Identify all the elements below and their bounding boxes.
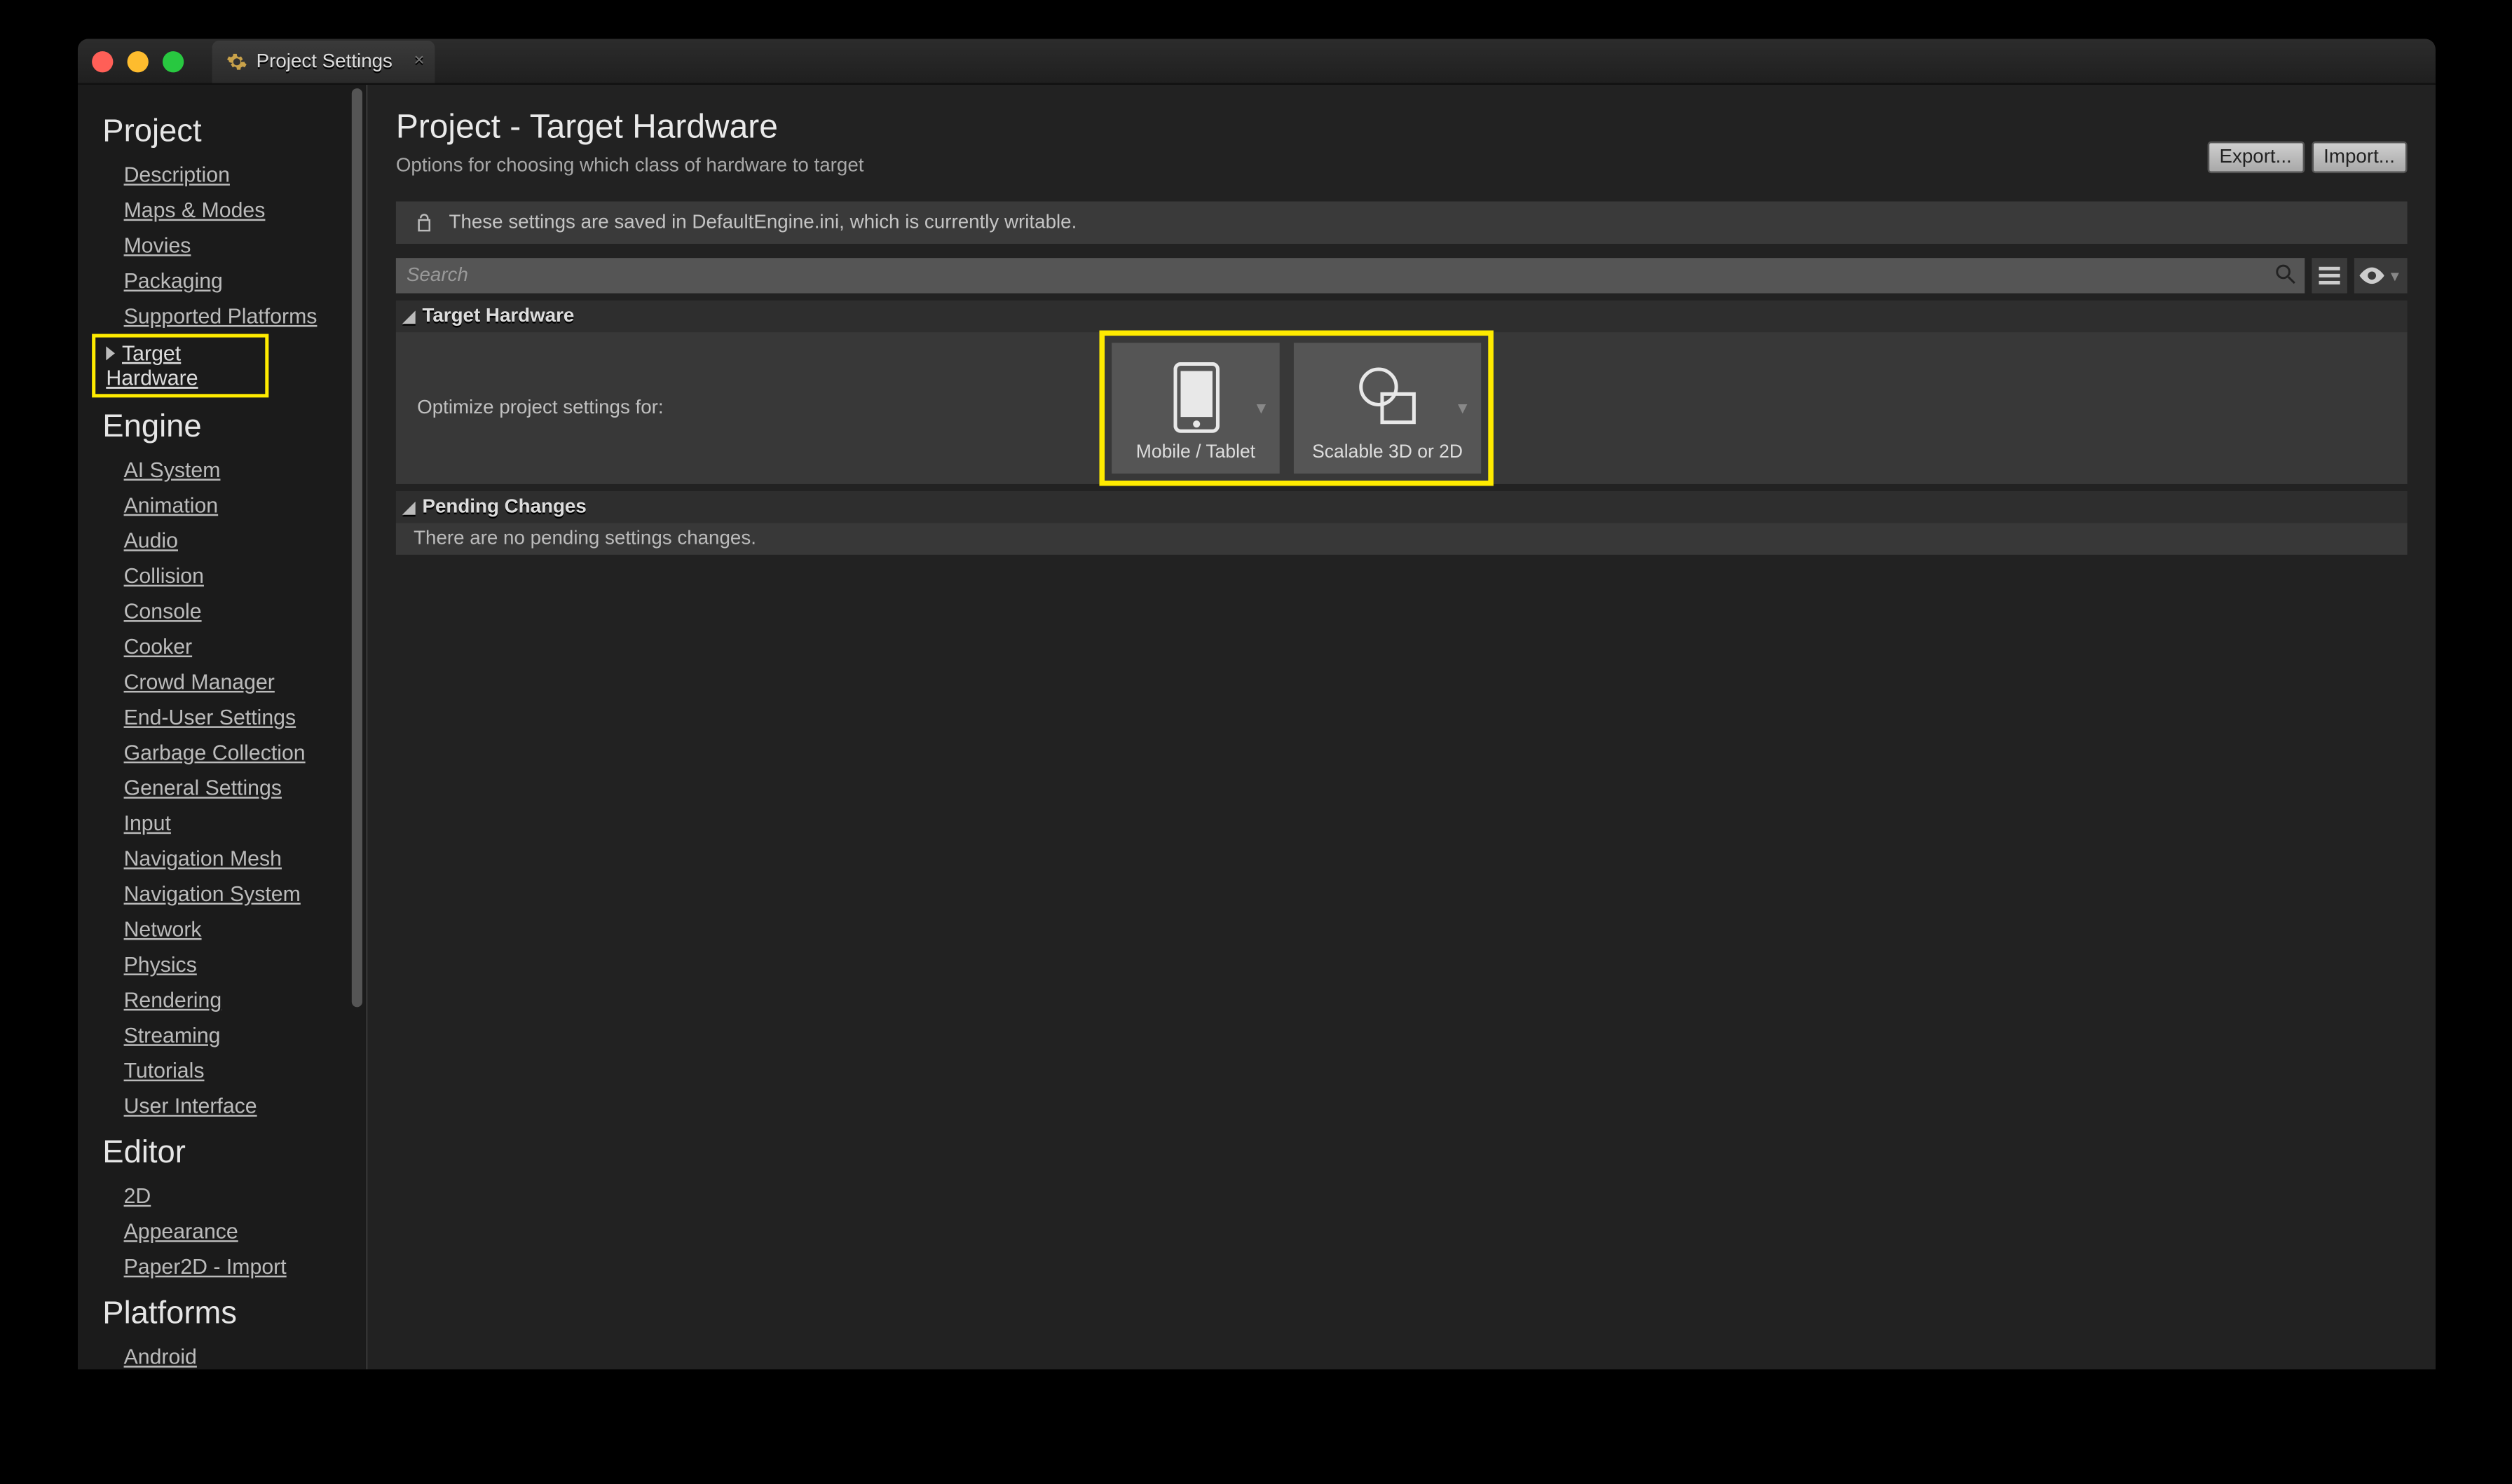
- triangle-right-icon: [106, 346, 115, 360]
- sidebar-item[interactable]: General Settings: [102, 770, 348, 805]
- sidebar-item[interactable]: Garbage Collection: [102, 735, 348, 770]
- sidebar-item[interactable]: Audio: [102, 523, 348, 558]
- disclosure-arrow-icon: ◢: [403, 307, 415, 327]
- info-text: These settings are saved in DefaultEngin…: [449, 212, 1077, 233]
- close-window-button[interactable]: [92, 50, 113, 71]
- search-input-wrap: [396, 258, 2305, 293]
- sidebar-item-label: Target Hardware: [106, 341, 198, 391]
- sidebar-item[interactable]: Description: [102, 157, 348, 192]
- sidebar-item[interactable]: Streaming: [102, 1017, 348, 1052]
- gear-icon: [226, 50, 247, 71]
- tab-close-button[interactable]: ×: [414, 50, 425, 70]
- optimize-label: Optimize project settings for:: [417, 397, 1099, 418]
- sidebar-item[interactable]: Android: [102, 1339, 348, 1369]
- chevron-down-icon: ▼: [1253, 399, 1269, 417]
- sidebar-item[interactable]: Crowd Manager: [102, 664, 348, 699]
- sidebar-item[interactable]: Rendering: [102, 982, 348, 1017]
- sidebar-item[interactable]: Appearance: [102, 1214, 348, 1249]
- sidebar-item[interactable]: Collision: [102, 558, 348, 593]
- sidebar-item[interactable]: End-User Settings: [102, 700, 348, 735]
- sidebar-item[interactable]: Navigation Mesh: [102, 841, 348, 876]
- sidebar-item[interactable]: Tutorials: [102, 1053, 348, 1088]
- sidebar-item[interactable]: User Interface: [102, 1088, 348, 1123]
- list-view-button[interactable]: [2312, 258, 2347, 293]
- main-panel: Project - Target Hardware Options for ch…: [368, 85, 2436, 1369]
- sidebar-heading: Project: [102, 113, 348, 150]
- chevron-down-icon: ▼: [1455, 399, 1470, 417]
- pending-changes-body: There are no pending settings changes.: [396, 523, 2408, 554]
- pending-message: There are no pending settings changes.: [414, 528, 756, 549]
- project-settings-window: Project Settings × Project DescriptionMap…: [78, 39, 2436, 1369]
- section-label: Pending Changes: [422, 497, 586, 518]
- sidebar-item[interactable]: Movies: [102, 228, 348, 263]
- option-label: Scalable 3D or 2D: [1312, 441, 1463, 462]
- import-button[interactable]: Import...: [2312, 142, 2408, 173]
- search-input[interactable]: [407, 265, 2294, 286]
- section-target-hardware[interactable]: ◢ Target Hardware: [396, 301, 2408, 332]
- sidebar-heading: Engine: [102, 408, 348, 446]
- disclosure-arrow-icon: ◢: [403, 497, 415, 517]
- zoom-window-button[interactable]: [163, 50, 184, 71]
- option-label: Mobile / Tablet: [1136, 441, 1255, 462]
- tab-label: Project Settings: [257, 50, 392, 71]
- writable-icon: [414, 212, 435, 233]
- sidebar-item[interactable]: Console: [102, 593, 348, 628]
- search-icon: [2273, 261, 2298, 286]
- sidebar-item[interactable]: 2D: [102, 1179, 348, 1214]
- option-mobile-tablet[interactable]: Mobile / Tablet ▼: [1112, 343, 1280, 474]
- sidebar-item[interactable]: Input: [102, 806, 348, 841]
- sidebar-item[interactable]: Packaging: [102, 263, 348, 298]
- sidebar-item[interactable]: Physics: [102, 947, 348, 982]
- sidebar-heading: Editor: [102, 1134, 348, 1172]
- sidebar-heading: Platforms: [102, 1295, 348, 1332]
- window-controls: [92, 50, 184, 71]
- sidebar-scrollbar[interactable]: [348, 85, 366, 1369]
- option-scalable-3d-2d[interactable]: Scalable 3D or 2D ▼: [1294, 343, 1481, 474]
- page-subtitle: Options for choosing which class of hard…: [396, 156, 2408, 177]
- sidebar-item[interactable]: Paper2D - Import: [102, 1249, 348, 1284]
- titlebar: Project Settings ×: [78, 39, 2436, 85]
- section-pending-changes[interactable]: ◢ Pending Changes: [396, 491, 2408, 523]
- sidebar-item[interactable]: Navigation System: [102, 877, 348, 912]
- minimize-window-button[interactable]: [128, 50, 149, 71]
- visibility-dropdown[interactable]: ▼: [2354, 258, 2408, 293]
- highlighted-option-group: Mobile / Tablet ▼ Scalable 3D or 2D ▼: [1099, 331, 1493, 486]
- page-title: Project - Target Hardware: [396, 109, 2408, 148]
- sidebar: Project DescriptionMaps & ModesMoviesPack…: [78, 85, 368, 1369]
- sidebar-item[interactable]: Maps & Modes: [102, 193, 348, 228]
- info-bar: These settings are saved in DefaultEngin…: [396, 201, 2408, 244]
- sidebar-item[interactable]: AI System: [102, 453, 348, 488]
- export-button[interactable]: Export...: [2207, 142, 2305, 173]
- section-label: Target Hardware: [422, 305, 574, 327]
- optimize-row: Optimize project settings for: Mobile / …: [396, 332, 2408, 484]
- sidebar-item-target-hardware[interactable]: Target Hardware: [92, 334, 268, 398]
- sidebar-item[interactable]: Network: [102, 912, 348, 947]
- tab-project-settings[interactable]: Project Settings ×: [212, 40, 435, 83]
- scalable-icon: [1351, 353, 1425, 441]
- sidebar-item[interactable]: Animation: [102, 488, 348, 523]
- sidebar-item[interactable]: Cooker: [102, 629, 348, 664]
- mobile-icon: [1173, 353, 1219, 441]
- sidebar-item[interactable]: Supported Platforms: [102, 298, 348, 334]
